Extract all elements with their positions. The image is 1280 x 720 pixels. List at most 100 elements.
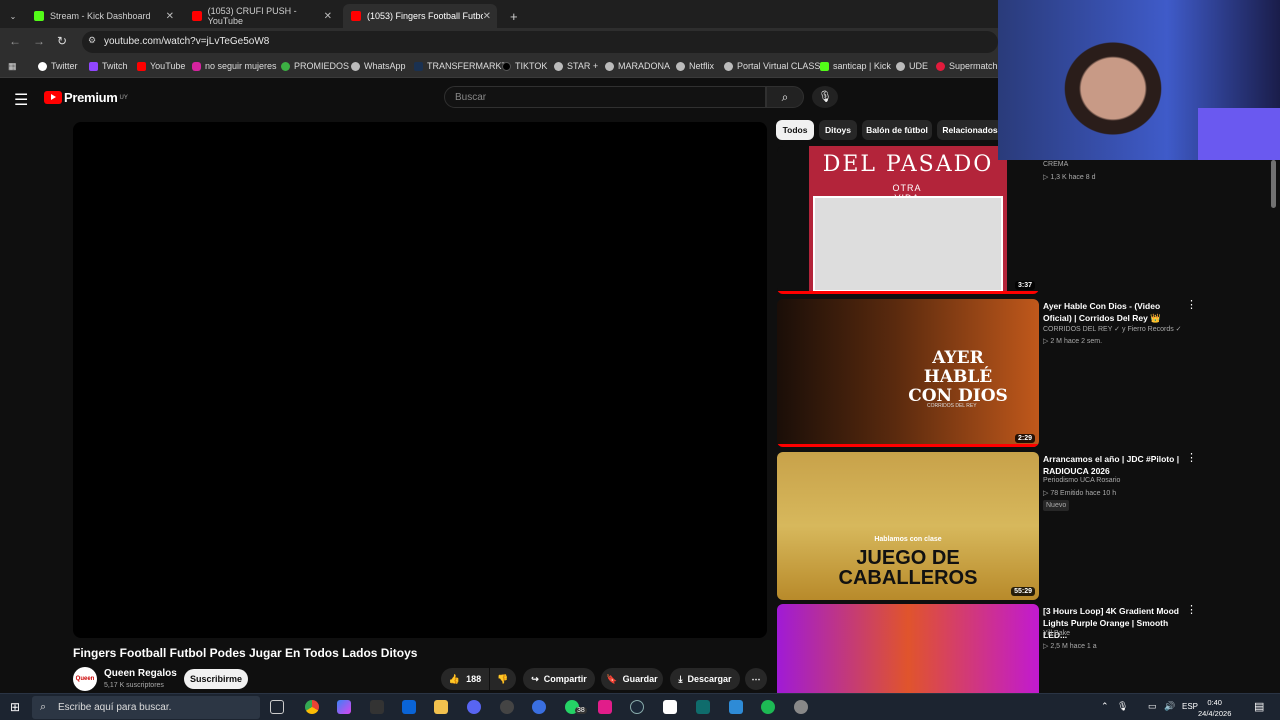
volume-icon[interactable]: 🔊 xyxy=(1164,701,1175,712)
share-button[interactable]: ↪ Compartir xyxy=(523,668,595,690)
download-button[interactable]: ⤓ Descargar xyxy=(670,668,740,690)
bookmark-star[interactable]: STAR + xyxy=(554,61,598,71)
tab-crufi-push[interactable]: (1053) CRUFI PUSH - YouTube ✕ xyxy=(184,4,338,28)
chrome-icon[interactable] xyxy=(305,700,319,714)
related-title[interactable]: Arrancamos el año | JDC #Piloto | RADIOU… xyxy=(1043,453,1183,477)
epic-games-icon[interactable] xyxy=(370,700,384,714)
app-icon[interactable] xyxy=(794,700,808,714)
bookmark-kick[interactable]: santicap | Kick xyxy=(820,61,891,71)
microphone-icon[interactable]: 🎙 xyxy=(812,86,838,108)
forward-icon[interactable]: → xyxy=(33,34,45,48)
taskbar-search[interactable]: ⌕ Escribe aquí para buscar. xyxy=(32,696,260,719)
more-options-icon[interactable]: ⋮ xyxy=(1186,298,1197,311)
app-icon[interactable] xyxy=(532,700,546,714)
notifications-icon[interactable]: ▤ xyxy=(1254,700,1264,713)
related-channel[interactable]: Yill Bake xyxy=(1043,630,1070,637)
related-meta: ▷ 2 M hace 2 sem. xyxy=(1043,338,1103,345)
close-tab-icon[interactable]: ✕ xyxy=(324,11,332,22)
spotify-icon[interactable] xyxy=(761,700,775,714)
tab-fingers-football[interactable]: (1053) Fingers Football Futbol P ✕ xyxy=(343,4,497,28)
back-icon[interactable]: ← xyxy=(9,34,21,48)
related-thumbnail[interactable]: Hablamos con clase JUEGO DE CABALLEROS 5… xyxy=(777,452,1039,600)
progress-bar xyxy=(777,444,1039,447)
bookmark-supermatch[interactable]: Supermatch xyxy=(936,61,998,71)
address-bar[interactable]: ⚙ youtube.com/watch?v=jLvTeGe5oW8 xyxy=(82,31,998,53)
related-thumbnail[interactable]: DEL PASADO OTRA VIDA 3:37 xyxy=(777,146,1039,294)
more-actions-icon[interactable]: ⋯ xyxy=(745,668,767,690)
clock-date: 24/4/2026 xyxy=(1198,709,1232,718)
bookmark-transfermarkt[interactable]: TRANSFERMARKT xyxy=(414,61,507,71)
system-clock[interactable]: 0:40 24/4/2026 xyxy=(1198,697,1231,719)
task-view-icon[interactable] xyxy=(270,700,284,714)
thumbs-up-icon: 👍 xyxy=(448,673,461,684)
bookmark-youtube[interactable]: YouTube xyxy=(137,61,185,71)
tab-menu-button[interactable]: ⌄ xyxy=(4,4,22,28)
bookmark-instagram[interactable]: no seguir mujeres xyxy=(192,61,277,71)
bookmark-twitter[interactable]: Twitter xyxy=(38,61,78,71)
video-title: Fingers Football Futbol Podes Jugar En T… xyxy=(73,646,418,660)
tray-chevron-icon[interactable]: ⌃ xyxy=(1101,701,1109,712)
new-tab-button[interactable]: + xyxy=(502,4,526,28)
mail-icon[interactable] xyxy=(402,700,416,714)
bookmark-tiktok[interactable]: TIKTOK xyxy=(502,61,547,71)
vpn-icon[interactable] xyxy=(729,700,743,714)
hamburger-menu-icon[interactable]: ☰ xyxy=(14,90,28,110)
channel-name[interactable]: Queen Regalos xyxy=(104,668,177,679)
search-icon: ⌕ xyxy=(40,701,47,713)
close-tab-icon[interactable]: ✕ xyxy=(483,11,491,22)
video-duration: 3:37 xyxy=(1014,281,1035,290)
apps-icon[interactable]: ▦ xyxy=(8,61,17,72)
related-meta: ▷ 78 Emitido hace 10 h xyxy=(1043,490,1117,497)
related-channel[interactable]: CORRIDOS DEL REY ✓ y Fierro Records ✓ xyxy=(1043,325,1182,333)
discord-icon[interactable] xyxy=(467,700,481,714)
scrollbar[interactable] xyxy=(1271,160,1276,208)
chip-relacionados[interactable]: Relacionados xyxy=(937,120,1003,140)
related-title[interactable]: Ayer Hable Con Dios - (Video Oficial) | … xyxy=(1043,300,1183,324)
bookmark-label: STAR + xyxy=(567,61,599,71)
bookmark-portal-class[interactable]: Portal Virtual CLASS xyxy=(724,61,820,71)
chip-balon-de-futbol[interactable]: Balón de fútbol xyxy=(862,120,932,140)
network-icon[interactable]: ▭ xyxy=(1148,701,1157,712)
app-icon[interactable] xyxy=(598,700,612,714)
related-thumbnail[interactable] xyxy=(777,604,1039,693)
bookmark-label: Twitter xyxy=(51,61,78,71)
close-tab-icon[interactable]: ✕ xyxy=(166,11,174,22)
tab-kick-dashboard[interactable]: Stream - Kick Dashboard ✕ xyxy=(26,4,180,28)
microphone-tray-icon[interactable]: 🎙 xyxy=(1117,701,1128,712)
related-channel[interactable]: CREMA xyxy=(1043,161,1068,168)
youtube-premium-logo[interactable]: Premium UY xyxy=(44,90,128,105)
bookmark-whatsapp[interactable]: WhatsApp xyxy=(351,61,406,71)
capcut-icon[interactable] xyxy=(663,700,677,714)
more-options-icon[interactable]: ⋮ xyxy=(1186,451,1197,464)
bookmark-twitch[interactable]: Twitch xyxy=(89,61,128,71)
copilot-icon[interactable] xyxy=(337,700,351,714)
search-icon[interactable]: ⌕ xyxy=(766,86,804,108)
like-button[interactable]: 👍 188 xyxy=(441,668,489,690)
save-button[interactable]: 🔖 Guardar xyxy=(601,668,663,690)
obs-icon[interactable] xyxy=(500,700,514,714)
new-badge: Nuevo xyxy=(1043,500,1070,511)
bookmark-promiedos[interactable]: PROMIEDOS xyxy=(281,61,349,71)
subscribe-button[interactable]: Suscribirme xyxy=(184,669,248,689)
steam-icon[interactable] xyxy=(630,700,644,714)
chip-ditoys[interactable]: Ditoys xyxy=(819,120,857,140)
channel-avatar[interactable]: Queen xyxy=(73,667,97,691)
more-options-icon[interactable]: ⋮ xyxy=(1186,603,1197,616)
video-player[interactable] xyxy=(73,122,767,638)
file-explorer-icon[interactable] xyxy=(434,700,448,714)
chip-todos[interactable]: Todos xyxy=(776,120,814,140)
related-thumbnail[interactable]: AYER HABLÉ CON DIOS CORRIDOS DEL REY 2:2… xyxy=(777,299,1039,447)
dislike-button[interactable]: 👎 xyxy=(490,668,516,690)
reload-icon[interactable]: ↻ xyxy=(57,34,67,48)
app-icon[interactable] xyxy=(696,700,710,714)
youtube-icon xyxy=(351,11,361,21)
search-input[interactable]: Buscar xyxy=(444,86,766,108)
bookmark-label: MARADONA xyxy=(618,61,671,71)
windows-start-icon[interactable]: ⊞ xyxy=(10,700,20,714)
related-channel[interactable]: Periodismo UCA Rosario xyxy=(1043,477,1120,484)
language-indicator[interactable]: ESP xyxy=(1182,702,1198,711)
bookmark-ude[interactable]: UDE xyxy=(896,61,928,71)
bookmark-maradona[interactable]: MARADONA xyxy=(605,61,670,71)
site-info-icon[interactable]: ⚙ xyxy=(88,35,96,46)
bookmark-netflix[interactable]: Netflix xyxy=(676,61,714,71)
